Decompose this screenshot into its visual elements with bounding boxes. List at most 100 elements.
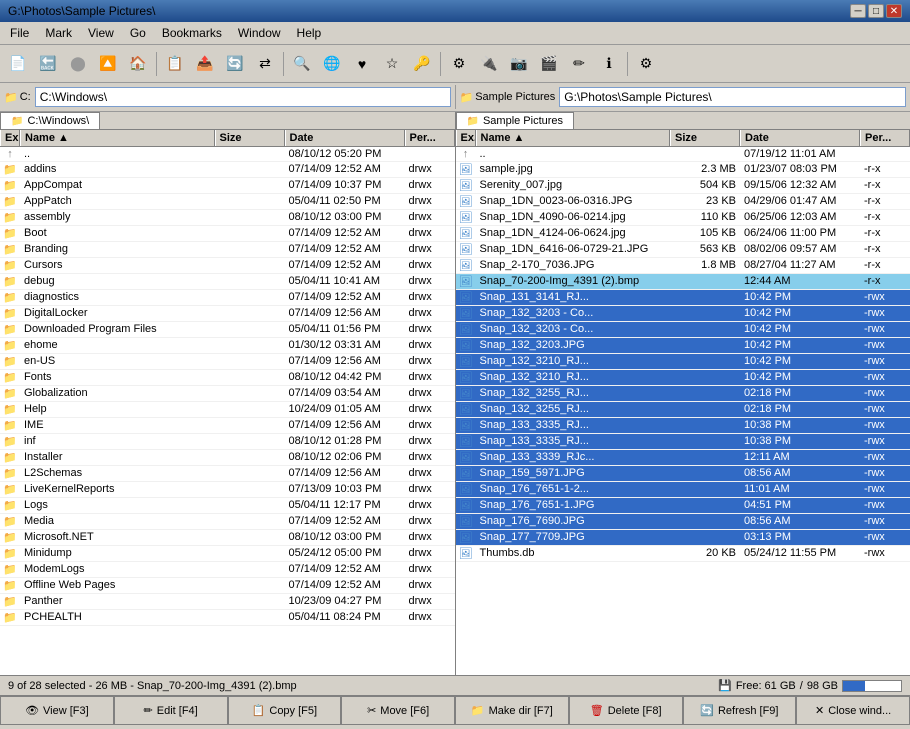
menu-bookmarks[interactable]: Bookmarks xyxy=(156,24,228,42)
left-file-row[interactable]: 📁 DigitalLocker 07/14/09 12:56 AM drwx xyxy=(0,306,455,322)
btn-edit[interactable]: ✏ Edit [F4] xyxy=(114,696,228,725)
right-file-row[interactable]: 🖼 Snap_1DN_4124-06-0624.jpg 105 KB 06/24… xyxy=(456,226,910,242)
toolbar-move[interactable]: 📤 xyxy=(191,50,219,78)
left-file-row[interactable]: 📁 PCHEALTH 05/04/11 08:24 PM drwx xyxy=(0,610,455,626)
right-file-row[interactable]: 🖼 Snap_176_7651-1-2... 11:01 AM -rwx xyxy=(456,482,910,498)
right-file-row[interactable]: 🖼 Snap_1DN_0023-06-0316.JPG 23 KB 04/29/… xyxy=(456,194,910,210)
maximize-button[interactable]: □ xyxy=(868,4,884,18)
left-file-row[interactable]: 📁 Downloaded Program Files 05/04/11 01:5… xyxy=(0,322,455,338)
toolbar-ftp[interactable]: 🌐 xyxy=(318,50,346,78)
right-file-row[interactable]: 🖼 Snap_177_7709.JPG 03:13 PM -rwx xyxy=(456,530,910,546)
left-file-row[interactable]: 📁 Microsoft.NET 08/10/12 03:00 PM drwx xyxy=(0,530,455,546)
left-file-row[interactable]: 📁 Panther 10/23/09 04:27 PM drwx xyxy=(0,594,455,610)
btn-refresh[interactable]: 🔄 Refresh [F9] xyxy=(683,696,797,725)
toolbar-camera[interactable]: 📷 xyxy=(505,50,533,78)
right-file-row[interactable]: 🖼 Thumbs.db 20 KB 05/24/12 11:55 PM -rwx xyxy=(456,546,910,562)
toolbar-settings[interactable]: ⚙ xyxy=(632,50,660,78)
left-col-date[interactable]: Date xyxy=(285,130,405,146)
toolbar-refresh[interactable]: 🔄 xyxy=(221,50,249,78)
right-file-row[interactable]: 🖼 Snap_133_3339_RJc... 12:11 AM -rwx xyxy=(456,450,910,466)
toolbar-info[interactable]: ℹ xyxy=(595,50,623,78)
menu-help[interactable]: Help xyxy=(291,24,328,42)
right-col-date[interactable]: Date xyxy=(740,130,860,146)
right-file-list[interactable]: ↑ .. 07/19/12 11:01 AM 🖼 sample.jpg 2.3 … xyxy=(456,147,910,675)
toolbar-search[interactable]: 🔍 xyxy=(288,50,316,78)
btn-delete[interactable]: 🗑 Delete [F8] xyxy=(569,696,683,725)
menu-file[interactable]: File xyxy=(4,24,35,42)
left-file-row[interactable]: 📁 en-US 07/14/09 12:56 AM drwx xyxy=(0,354,455,370)
right-file-row[interactable]: 🖼 Snap_132_3203 - Co... 10:42 PM -rwx xyxy=(456,322,910,338)
left-file-row[interactable]: 📁 Globalization 07/14/09 03:54 AM drwx xyxy=(0,386,455,402)
left-file-row[interactable]: 📁 Help 10/24/09 01:05 AM drwx xyxy=(0,402,455,418)
left-file-row[interactable]: 📁 IME 07/14/09 12:56 AM drwx xyxy=(0,418,455,434)
toolbar-film[interactable]: 🎬 xyxy=(535,50,563,78)
toolbar-connect[interactable]: 🔌 xyxy=(475,50,503,78)
left-file-row[interactable]: ↑ .. 08/10/12 05:20 PM xyxy=(0,147,455,162)
left-file-row[interactable]: 📁 Branding 07/14/09 12:52 AM drwx xyxy=(0,242,455,258)
right-col-ex[interactable]: Ex. xyxy=(456,130,476,146)
right-file-row[interactable]: 🖼 Snap_1DN_4090-06-0214.jpg 110 KB 06/25… xyxy=(456,210,910,226)
left-path-input[interactable] xyxy=(35,87,451,107)
left-file-row[interactable]: 📁 Media 07/14/09 12:52 AM drwx xyxy=(0,514,455,530)
toolbar-heart[interactable]: ♥ xyxy=(348,50,376,78)
left-file-row[interactable]: 📁 inf 08/10/12 01:28 PM drwx xyxy=(0,434,455,450)
left-file-row[interactable]: 📁 addins 07/14/09 12:52 AM drwx xyxy=(0,162,455,178)
right-file-row[interactable]: 🖼 Snap_131_3141_RJ... 10:42 PM -rwx xyxy=(456,290,910,306)
left-file-row[interactable]: 📁 AppPatch 05/04/11 02:50 PM drwx xyxy=(0,194,455,210)
left-file-row[interactable]: 📁 assembly 08/10/12 03:00 PM drwx xyxy=(0,210,455,226)
left-file-row[interactable]: 📁 Logs 05/04/11 12:17 PM drwx xyxy=(0,498,455,514)
right-file-row[interactable]: 🖼 Snap_132_3255_RJ... 02:18 PM -rwx xyxy=(456,402,910,418)
left-col-size[interactable]: Size xyxy=(215,130,285,146)
left-file-row[interactable]: 📁 LiveKernelReports 07/13/09 10:03 PM dr… xyxy=(0,482,455,498)
btn-move[interactable]: ✂ Move [F6] xyxy=(341,696,455,725)
toolbar-up[interactable]: 🔼 xyxy=(94,50,122,78)
left-file-row[interactable]: 📁 Installer 08/10/12 02:06 PM drwx xyxy=(0,450,455,466)
right-file-row[interactable]: 🖼 Snap_176_7690.JPG 08:56 AM -rwx xyxy=(456,514,910,530)
left-tab[interactable]: 📁 C:\Windows\ xyxy=(0,112,100,129)
right-tab[interactable]: 📁 Sample Pictures xyxy=(456,112,575,129)
toolbar-back[interactable]: 🔙 xyxy=(34,50,62,78)
left-file-row[interactable]: 📁 Cursors 07/14/09 12:52 AM drwx xyxy=(0,258,455,274)
right-file-row[interactable]: 🖼 Snap_159_5971.JPG 08:56 AM -rwx xyxy=(456,466,910,482)
left-file-row[interactable]: 📁 Boot 07/14/09 12:52 AM drwx xyxy=(0,226,455,242)
right-file-row[interactable]: ↑ .. 07/19/12 11:01 AM xyxy=(456,147,910,162)
btn-view[interactable]: 👁 View [F3] xyxy=(0,696,114,725)
left-file-list[interactable]: ↑ .. 08/10/12 05:20 PM 📁 addins 07/14/09… xyxy=(0,147,455,675)
right-file-row[interactable]: 🖼 Snap_132_3203.JPG 10:42 PM -rwx xyxy=(456,338,910,354)
left-file-row[interactable]: 📁 Fonts 08/10/12 04:42 PM drwx xyxy=(0,370,455,386)
left-file-row[interactable]: 📁 debug 05/04/11 10:41 AM drwx xyxy=(0,274,455,290)
left-col-perm[interactable]: Per... xyxy=(405,130,455,146)
right-col-size[interactable]: Size xyxy=(670,130,740,146)
menu-mark[interactable]: Mark xyxy=(39,24,78,42)
right-col-name[interactable]: Name ▲ xyxy=(476,130,671,146)
toolbar-home[interactable]: 🏠 xyxy=(124,50,152,78)
toolbar-star[interactable]: ☆ xyxy=(378,50,406,78)
left-col-ex[interactable]: Ex. xyxy=(0,130,20,146)
toolbar-key[interactable]: 🔑 xyxy=(408,50,436,78)
right-file-row[interactable]: 🖼 Snap_133_3335_RJ... 10:38 PM -rwx xyxy=(456,434,910,450)
right-path-input[interactable] xyxy=(559,87,906,107)
right-file-row[interactable]: 🖼 Snap_132_3210_RJ... 10:42 PM -rwx xyxy=(456,370,910,386)
left-file-row[interactable]: 📁 AppCompat 07/14/09 10:37 PM drwx xyxy=(0,178,455,194)
left-file-row[interactable]: 📁 ehome 01/30/12 03:31 AM drwx xyxy=(0,338,455,354)
toolbar-fwd[interactable]: ⬤ xyxy=(64,50,92,78)
right-file-row[interactable]: 🖼 Snap_133_3335_RJ... 10:38 PM -rwx xyxy=(456,418,910,434)
right-file-row[interactable]: 🖼 Snap_132_3255_RJ... 02:18 PM -rwx xyxy=(456,386,910,402)
right-file-row[interactable]: 🖼 Snap_132_3203 - Co... 10:42 PM -rwx xyxy=(456,306,910,322)
toolbar-copy[interactable]: 📋 xyxy=(161,50,189,78)
left-col-name[interactable]: Name ▲ xyxy=(20,130,215,146)
left-file-row[interactable]: 📁 Minidump 05/24/12 05:00 PM drwx xyxy=(0,546,455,562)
menu-go[interactable]: Go xyxy=(124,24,152,42)
right-col-perm[interactable]: Per... xyxy=(860,130,910,146)
right-file-row[interactable]: 🖼 Snap_1DN_6416-06-0729-21.JPG 563 KB 08… xyxy=(456,242,910,258)
menu-window[interactable]: Window xyxy=(232,24,287,42)
right-file-row[interactable]: 🖼 Snap_2-170_7036.JPG 1.8 MB 08/27/04 11… xyxy=(456,258,910,274)
right-file-row[interactable]: 🖼 Snap_70-200-Img_4391 (2).bmp 12:44 AM … xyxy=(456,274,910,290)
right-file-row[interactable]: 🖼 Snap_176_7651-1.JPG 04:51 PM -rwx xyxy=(456,498,910,514)
minimize-button[interactable]: ─ xyxy=(850,4,866,18)
left-file-row[interactable]: 📁 ModemLogs 07/14/09 12:52 AM drwx xyxy=(0,562,455,578)
close-button[interactable]: ✕ xyxy=(886,4,902,18)
btn-copy[interactable]: 📋 Copy [F5] xyxy=(228,696,342,725)
left-file-row[interactable]: 📁 L2Schemas 07/14/09 12:56 AM drwx xyxy=(0,466,455,482)
right-file-row[interactable]: 🖼 Serenity_007.jpg 504 KB 09/15/06 12:32… xyxy=(456,178,910,194)
